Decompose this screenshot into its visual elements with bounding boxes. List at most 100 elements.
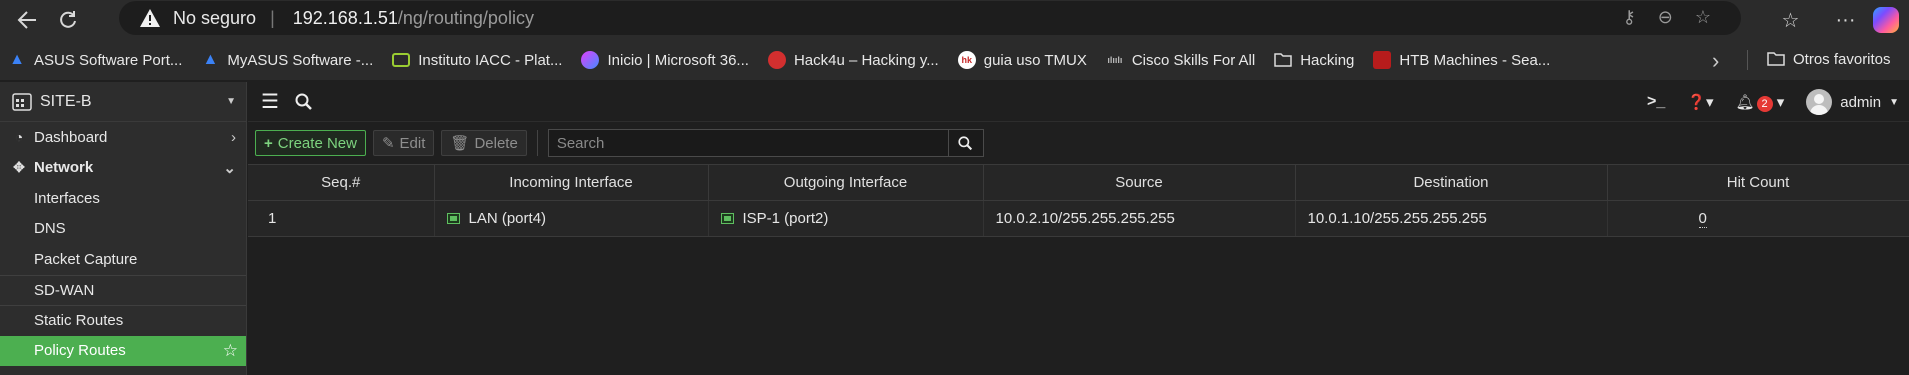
main-content: ☰ >_ ❓▾ 🔔︎ 2 ▾ admin ▼ + Create New ✎ Edi… <box>248 82 1909 375</box>
reload-icon <box>60 11 76 28</box>
search-input[interactable] <box>548 130 949 156</box>
port-icon <box>720 212 734 224</box>
search-button[interactable] <box>949 130 983 156</box>
favorite-star-icon[interactable]: ☆ <box>1695 7 1711 28</box>
arrow-left-icon <box>17 11 36 29</box>
folder-icon <box>1274 53 1292 67</box>
top-bar: ☰ >_ ❓▾ 🔔︎ 2 ▾ admin ▼ <box>248 82 1909 122</box>
key-icon[interactable]: ⚷ <box>1623 7 1636 28</box>
sidebar-item-label: Network <box>34 159 94 177</box>
interface-label: LAN (port4) <box>446 209 547 227</box>
sidebar-item-sd-wan[interactable]: SD-WAN <box>0 274 246 306</box>
favorite-star-icon[interactable]: ☆ <box>223 341 238 361</box>
column-header-outgoing[interactable]: Outgoing Interface <box>708 164 984 201</box>
chevron-right-icon[interactable]: › <box>1712 48 1719 74</box>
sidebar-item-label: Packet Capture <box>34 250 138 268</box>
zoom-out-icon[interactable]: ⊖ <box>1658 7 1673 28</box>
bookmark-label: Hack4u – Hacking y... <box>793 51 939 69</box>
security-status[interactable]: No seguro <box>173 8 256 29</box>
sidebar-item-label: SD-WAN <box>34 281 95 299</box>
bookmark-label: guia uso TMUX <box>983 51 1087 69</box>
pencil-icon: ✎ <box>381 135 395 152</box>
column-header-incoming[interactable]: Incoming Interface <box>434 164 709 201</box>
bookmark-other-favorites[interactable]: Otros favoritos <box>1747 50 1891 70</box>
trash-icon: 🗑︎ <box>450 135 470 152</box>
sidebar-item-interfaces[interactable]: Interfaces <box>0 183 246 214</box>
device-icon <box>12 92 32 111</box>
back-button[interactable] <box>7 0 47 40</box>
tmux-icon: hk <box>957 51 976 69</box>
device-selector[interactable]: SITE-B ▼ <box>0 82 246 122</box>
cell-incoming: LAN (port4) <box>434 200 709 237</box>
column-header-hit-count[interactable]: Hit Count <box>1607 164 1909 201</box>
folder-icon <box>1767 52 1785 66</box>
bookmark-hack4u[interactable]: Hack4u – Hacking y... <box>767 51 939 69</box>
sidebar-item-packet-capture[interactable]: Packet Capture <box>0 244 246 275</box>
button-label: Delete <box>474 134 518 152</box>
more-options-icon[interactable]: ··· <box>1818 9 1873 32</box>
bookmark-iacc[interactable]: Instituto IACC - Plat... <box>392 52 562 69</box>
sidebar-item-label: Static Routes <box>34 312 124 330</box>
microsoft365-icon <box>581 51 600 69</box>
bookmark-htb[interactable]: HTB Machines - Sea... <box>1373 51 1550 69</box>
notifications-button[interactable]: 🔔︎ 2 ▾ <box>1735 93 1784 112</box>
reload-button[interactable] <box>48 0 88 40</box>
asus-icon: ▲ <box>202 51 219 68</box>
cli-console-icon[interactable]: >_ <box>1647 93 1665 111</box>
user-menu[interactable]: admin ▼ <box>1806 89 1899 115</box>
button-label: Create New <box>277 134 357 152</box>
search-icon <box>958 135 973 150</box>
url-path: /ng/routing/policy <box>397 7 534 28</box>
delete-button[interactable]: 🗑︎ Delete <box>441 130 527 156</box>
hack4u-icon <box>767 51 786 69</box>
bookmark-label: Hacking <box>1300 51 1355 69</box>
htb-icon <box>1373 51 1392 69</box>
bookmark-label: Cisco Skills For All <box>1131 51 1256 69</box>
bookmark-tmux[interactable]: hk guia uso TMUX <box>957 51 1087 69</box>
bookmark-asus-software[interactable]: ▲ ASUS Software Port... <box>8 51 182 69</box>
fortigate-app: SITE-B ▼ ◔ Dashboard › ✥ Network ⌄ Inter… <box>0 82 1909 375</box>
interface-name: LAN (port4) <box>468 209 547 227</box>
menu-icon[interactable]: ☰ <box>261 89 279 114</box>
bookmark-folder-hacking[interactable]: Hacking <box>1274 51 1354 69</box>
cell-source: 10.0.2.10/255.255.255.255 <box>983 200 1296 237</box>
sidebar-item-dns[interactable]: DNS <box>0 214 246 245</box>
copilot-icon[interactable] <box>1873 7 1899 33</box>
chevron-right-icon: › <box>231 128 236 146</box>
sidebar-item-network[interactable]: ✥ Network ⌄ <box>0 153 246 184</box>
sidebar-item-policy-routes[interactable]: Policy Routes ☆ <box>0 335 246 366</box>
asus-icon: ▲ <box>9 51 25 68</box>
create-new-button[interactable]: + Create New <box>255 130 366 156</box>
bookmark-label: ASUS Software Port... <box>34 51 183 69</box>
iacc-icon <box>392 53 411 67</box>
port-icon <box>446 212 460 224</box>
sidebar-item-dashboard[interactable]: ◔ Dashboard › <box>0 122 246 153</box>
bookmark-microsoft365[interactable]: Inicio | Microsoft 36... <box>581 51 749 69</box>
table-search <box>547 129 984 157</box>
search-icon[interactable] <box>295 93 313 111</box>
interface-label: ISP-1 (port2) <box>720 210 828 227</box>
policy-routes-table: Seq.# Incoming Interface Outgoing Interf… <box>248 164 1909 237</box>
favorites-list-icon[interactable]: ☆ <box>1763 8 1818 33</box>
plus-icon: + <box>264 134 273 152</box>
bookmark-cisco[interactable]: ılıılı Cisco Skills For All <box>1106 51 1255 69</box>
table-row[interactable]: 1 LAN (port4) ISP-1 (port2) 10.0.2.10/25… <box>248 200 1909 237</box>
device-name: SITE-B <box>40 92 92 110</box>
edit-button[interactable]: ✎ Edit <box>372 130 435 156</box>
column-header-source[interactable]: Source <box>983 164 1296 201</box>
chevron-down-icon: ⌄ <box>223 159 236 177</box>
column-header-seq[interactable]: Seq.# <box>248 164 435 201</box>
avatar <box>1806 89 1833 115</box>
cell-hit-count: 0 <box>1607 200 1909 237</box>
column-header-destination[interactable]: Destination <box>1295 164 1608 201</box>
url-host: 192.168.1.51 <box>292 7 398 28</box>
address-bar[interactable]: No seguro | 192.168.1.51/ng/routing/poli… <box>119 1 1741 35</box>
actions-toolbar: + Create New ✎ Edit 🗑︎ Delete <box>248 122 1909 164</box>
sidebar-item-static-routes[interactable]: Static Routes <box>0 305 246 336</box>
bookmark-label: Inicio | Microsoft 36... <box>607 51 749 69</box>
bookmark-myasus[interactable]: ▲ MyASUS Software -... <box>201 51 373 69</box>
user-name: admin <box>1840 93 1882 111</box>
sidebar-item-label: DNS <box>34 220 66 238</box>
help-icon[interactable]: ❓▾ <box>1687 93 1713 111</box>
bookmarks-bar: ▲ ASUS Software Port... ▲ MyASUS Softwar… <box>0 40 1909 80</box>
